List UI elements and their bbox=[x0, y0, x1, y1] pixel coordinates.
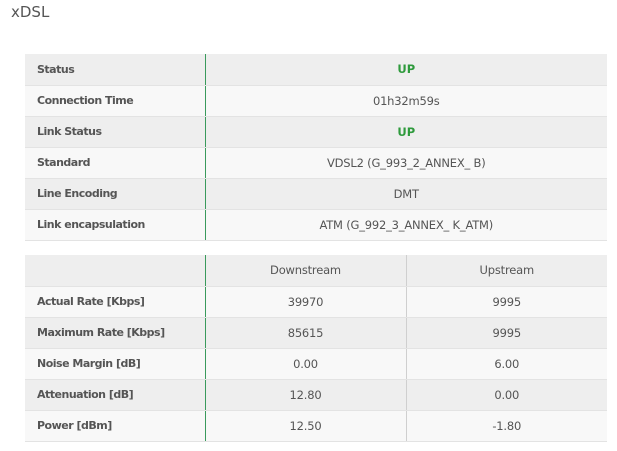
connection-time-value: 01h32m59s bbox=[205, 85, 607, 117]
link-status-value: UP bbox=[205, 116, 607, 148]
link-status-label: Link Status bbox=[25, 116, 206, 148]
noise-margin-upstream: 6.00 bbox=[406, 348, 607, 380]
attenuation-upstream: 0.00 bbox=[406, 379, 607, 411]
table-header-row: Downstream Upstream bbox=[25, 255, 607, 287]
header-downstream: Downstream bbox=[205, 255, 407, 287]
table-row-power: Power [dBm] 12.50 -1.80 bbox=[25, 410, 607, 442]
link-encapsulation-label: Link encapsulation bbox=[25, 209, 206, 241]
table-row-noise-margin: Noise Margin [dB] 0.00 6.00 bbox=[25, 348, 607, 380]
link-encapsulation-value: ATM (G_992_3_ANNEX_ K_ATM) bbox=[205, 209, 607, 241]
header-empty-cell bbox=[25, 255, 206, 287]
noise-margin-label: Noise Margin [dB] bbox=[25, 348, 206, 380]
standard-label: Standard bbox=[25, 147, 206, 179]
page-title: xDSL bbox=[11, 3, 50, 21]
table-row-link-status: Link Status UP bbox=[25, 116, 607, 148]
xdsl-rates-table: Downstream Upstream Actual Rate [Kbps] 3… bbox=[25, 255, 607, 442]
header-upstream: Upstream bbox=[406, 255, 607, 287]
standard-value: VDSL2 (G_993_2_ANNEX_ B) bbox=[205, 147, 607, 179]
power-downstream: 12.50 bbox=[205, 410, 407, 442]
table-row-actual-rate: Actual Rate [Kbps] 39970 9995 bbox=[25, 286, 607, 318]
maximum-rate-label: Maximum Rate [Kbps] bbox=[25, 317, 206, 349]
table-row-standard: Standard VDSL2 (G_993_2_ANNEX_ B) bbox=[25, 147, 607, 179]
power-upstream: -1.80 bbox=[406, 410, 607, 442]
attenuation-downstream: 12.80 bbox=[205, 379, 407, 411]
table-row-maximum-rate: Maximum Rate [Kbps] 85615 9995 bbox=[25, 317, 607, 349]
maximum-rate-upstream: 9995 bbox=[406, 317, 607, 349]
status-value: UP bbox=[205, 54, 607, 86]
noise-margin-downstream: 0.00 bbox=[205, 348, 407, 380]
attenuation-label: Attenuation [dB] bbox=[25, 379, 206, 411]
table-row-attenuation: Attenuation [dB] 12.80 0.00 bbox=[25, 379, 607, 411]
actual-rate-label: Actual Rate [Kbps] bbox=[25, 286, 206, 318]
connection-time-label: Connection Time bbox=[25, 85, 206, 117]
table-row-line-encoding: Line Encoding DMT bbox=[25, 178, 607, 210]
power-label: Power [dBm] bbox=[25, 410, 206, 442]
maximum-rate-downstream: 85615 bbox=[205, 317, 407, 349]
actual-rate-downstream: 39970 bbox=[205, 286, 407, 318]
table-row-connection-time: Connection Time 01h32m59s bbox=[25, 85, 607, 117]
line-encoding-label: Line Encoding bbox=[25, 178, 206, 210]
status-label: Status bbox=[25, 54, 206, 86]
actual-rate-upstream: 9995 bbox=[406, 286, 607, 318]
line-encoding-value: DMT bbox=[205, 178, 607, 210]
table-row-status: Status UP bbox=[25, 54, 607, 86]
xdsl-status-table: Status UP Connection Time 01h32m59s Link… bbox=[25, 54, 607, 241]
table-row-link-encapsulation: Link encapsulation ATM (G_992_3_ANNEX_ K… bbox=[25, 209, 607, 241]
